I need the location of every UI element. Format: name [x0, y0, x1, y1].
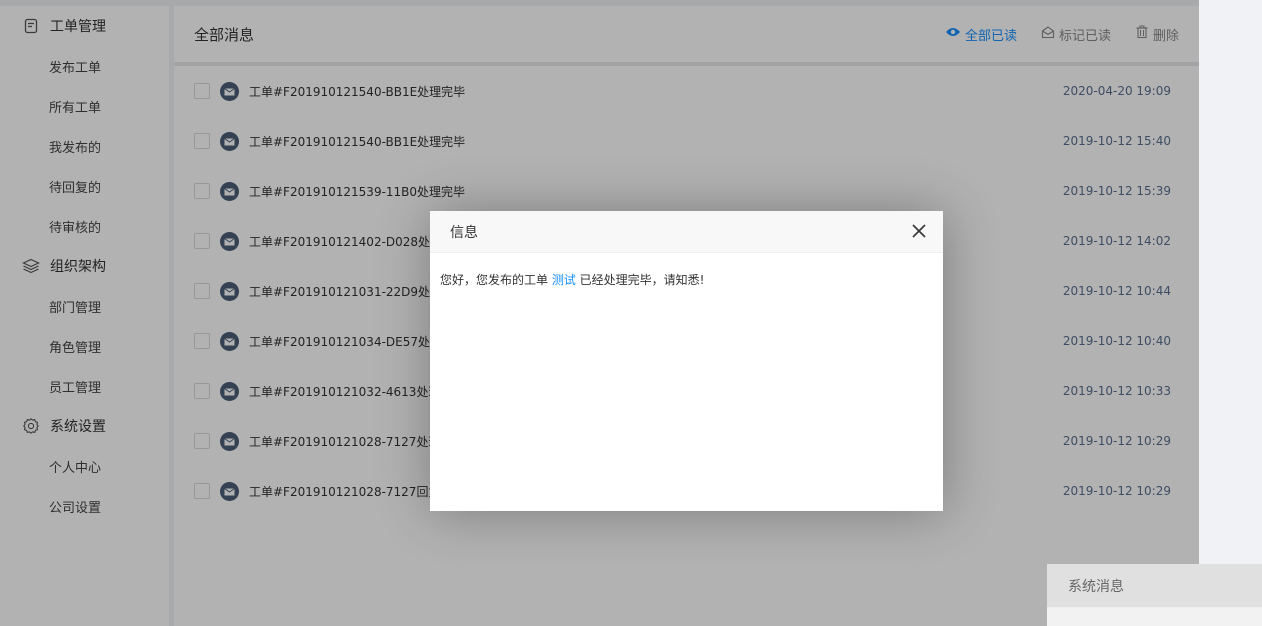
close-icon[interactable]	[911, 223, 927, 239]
ticket-link[interactable]: 测试	[552, 273, 576, 287]
dialog-text-after: 已经处理完毕，请知悉!	[575, 273, 705, 287]
dialog-header: 信息	[430, 211, 943, 253]
dialog-message: 您好，您发布的工单 测试 已经处理完毕，请知悉!	[430, 253, 943, 306]
system-message-title: 系统消息	[1047, 564, 1262, 608]
system-message-body	[1047, 608, 1262, 626]
dialog-title: 信息	[450, 224, 478, 241]
dialog-text-before: 您好，您发布的工单	[440, 273, 552, 287]
info-dialog: 信息 您好，您发布的工单 测试 已经处理完毕，请知悉!	[430, 211, 943, 511]
system-message-popup[interactable]: 系统消息	[1047, 564, 1262, 626]
right-background	[1199, 0, 1262, 626]
